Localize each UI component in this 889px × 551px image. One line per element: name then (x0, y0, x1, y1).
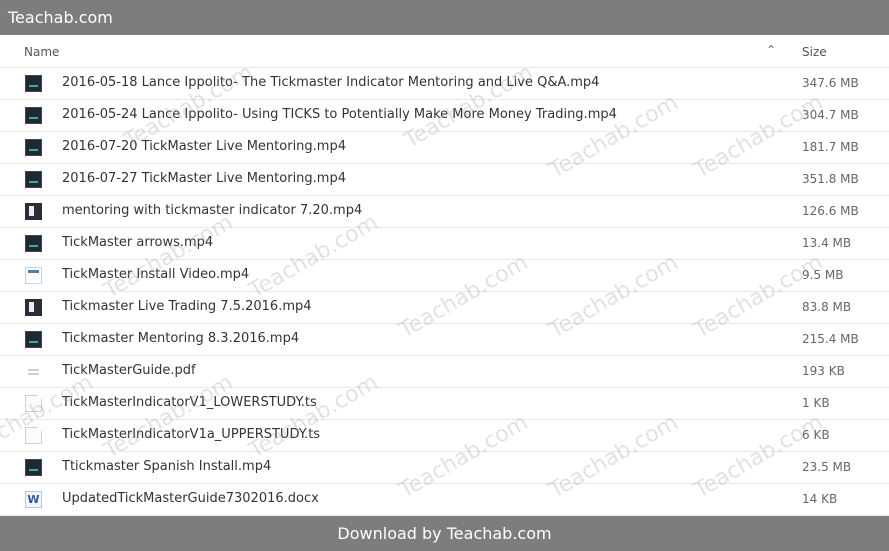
file-list: 2016-05-18 Lance Ippolito- The Tickmaste… (0, 68, 889, 516)
file-row[interactable]: 2016-07-27 TickMaster Live Mentoring.mp4… (0, 164, 889, 196)
video-thumbnail-icon (25, 139, 42, 156)
file-size: 126.6 MB (802, 204, 859, 218)
file-row[interactable]: TickMasterGuide.pdf 193 KB (0, 356, 889, 388)
file-size: 304.7 MB (802, 108, 859, 122)
file-row[interactable]: TickMaster Install Video.mp4 9.5 MB (0, 260, 889, 292)
file-row[interactable]: 2016-05-24 Lance Ippolito- Using TICKS t… (0, 100, 889, 132)
file-name[interactable]: Tickmaster Mentoring 8.3.2016.mp4 (62, 331, 299, 346)
file-size: 6 KB (802, 428, 830, 442)
file-name[interactable]: 2016-07-20 TickMaster Live Mentoring.mp4 (62, 139, 346, 154)
file-name[interactable]: TickMasterIndicatorV1a_UPPERSTUDY.ts (62, 427, 320, 442)
generic-file-icon (25, 395, 42, 412)
file-name[interactable]: TickMasterIndicatorV1_LOWERSTUDY.ts (62, 395, 317, 410)
video-thumbnail-icon (25, 203, 42, 220)
file-row[interactable]: 2016-07-20 TickMaster Live Mentoring.mp4… (0, 132, 889, 164)
file-name[interactable]: TickMaster arrows.mp4 (62, 235, 213, 250)
sort-ascending-icon[interactable]: ⌃ (766, 43, 776, 57)
video-thumbnail-icon (25, 171, 42, 188)
file-size: 181.7 MB (802, 140, 859, 154)
file-row[interactable]: mentoring with tickmaster indicator 7.20… (0, 196, 889, 228)
file-name[interactable]: Ttickmaster Spanish Install.mp4 (62, 459, 271, 474)
file-size: 193 KB (802, 364, 845, 378)
file-size: 351.8 MB (802, 172, 859, 186)
file-size: 1 KB (802, 396, 830, 410)
generic-file-icon (25, 427, 42, 444)
file-name[interactable]: mentoring with tickmaster indicator 7.20… (62, 203, 362, 218)
file-size: 9.5 MB (802, 268, 844, 282)
file-row[interactable]: W UpdatedTickMasterGuide7302016.docx 14 … (0, 484, 889, 516)
size-column-header[interactable]: Size (802, 45, 827, 59)
top-bar: Teachab.com (0, 0, 889, 35)
file-row[interactable]: Ttickmaster Spanish Install.mp4 23.5 MB (0, 452, 889, 484)
file-size: 13.4 MB (802, 236, 852, 250)
video-thumbnail-icon (25, 235, 42, 252)
file-name[interactable]: 2016-05-18 Lance Ippolito- The Tickmaste… (62, 75, 599, 90)
file-name[interactable]: 2016-05-24 Lance Ippolito- Using TICKS t… (62, 107, 617, 122)
file-name[interactable]: Tickmaster Live Trading 7.5.2016.mp4 (62, 299, 312, 314)
file-size: 83.8 MB (802, 300, 852, 314)
file-row[interactable]: TickMasterIndicatorV1_LOWERSTUDY.ts 1 KB (0, 388, 889, 420)
file-name[interactable]: 2016-07-27 TickMaster Live Mentoring.mp4 (62, 171, 346, 186)
video-thumbnail-icon (25, 299, 42, 316)
file-size: 14 KB (802, 492, 838, 506)
file-size: 23.5 MB (802, 460, 852, 474)
file-row[interactable]: Tickmaster Mentoring 8.3.2016.mp4 215.4 … (0, 324, 889, 356)
file-name[interactable]: TickMaster Install Video.mp4 (62, 267, 249, 282)
file-row[interactable]: Tickmaster Live Trading 7.5.2016.mp4 83.… (0, 292, 889, 324)
video-thumbnail-icon (25, 459, 42, 476)
video-thumbnail-icon (25, 331, 42, 348)
footer-text: Download by Teachab.com (337, 524, 552, 543)
download-footer: Download by Teachab.com (0, 516, 889, 551)
file-size: 347.6 MB (802, 76, 859, 90)
word-file-icon: W (25, 491, 42, 508)
video-thumbnail-icon (25, 107, 42, 124)
file-row[interactable]: TickMasterIndicatorV1a_UPPERSTUDY.ts 6 K… (0, 420, 889, 452)
pdf-file-icon (25, 363, 42, 380)
name-column-header[interactable]: Name (24, 45, 59, 59)
file-row[interactable]: 2016-05-18 Lance Ippolito- The Tickmaste… (0, 68, 889, 100)
video-thumbnail-icon (25, 75, 42, 92)
video-thumbnail-icon (25, 267, 42, 284)
file-row[interactable]: TickMaster arrows.mp4 13.4 MB (0, 228, 889, 260)
site-title: Teachab.com (8, 8, 113, 27)
file-name[interactable]: TickMasterGuide.pdf (62, 363, 196, 378)
file-size: 215.4 MB (802, 332, 859, 346)
file-name[interactable]: UpdatedTickMasterGuide7302016.docx (62, 491, 319, 506)
file-list-header: Name ⌃ Size (0, 35, 889, 68)
